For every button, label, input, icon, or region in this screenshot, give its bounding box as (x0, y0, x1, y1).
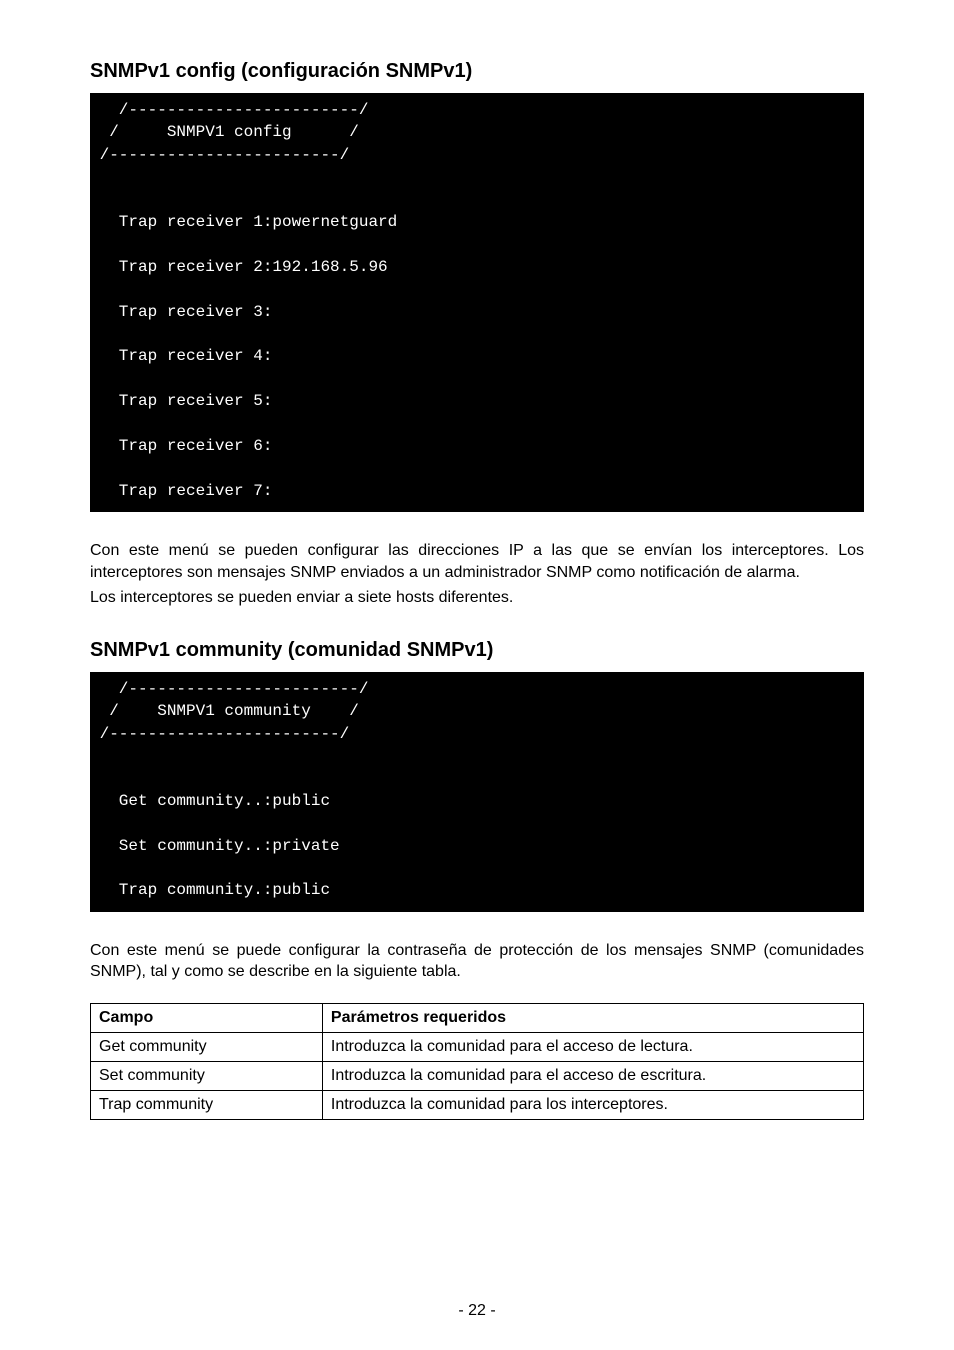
cell-param: Introduzca la comunidad para los interce… (322, 1090, 863, 1119)
cell-param: Introduzca la comunidad para el acceso d… (322, 1061, 863, 1090)
community-params-table: Campo Parámetros requeridos Get communit… (90, 1003, 864, 1120)
cell-param: Introduzca la comunidad para el acceso d… (322, 1032, 863, 1061)
table-row: Get community Introduzca la comunidad pa… (91, 1032, 864, 1061)
paragraph-community-desc: Con este menú se puede configurar la con… (90, 940, 864, 983)
cell-campo: Trap community (91, 1090, 323, 1119)
heading-snmpv1-config: SNMPv1 config (configuración SNMPv1) (90, 60, 864, 83)
page-number: - 22 - (0, 1302, 954, 1320)
terminal-snmpv1-config: /------------------------/ / SNMPV1 conf… (90, 93, 864, 512)
heading-snmpv1-community: SNMPv1 community (comunidad SNMPv1) (90, 639, 864, 662)
paragraph-config-desc: Con este menú se pueden configurar las d… (90, 540, 864, 583)
table-header-row: Campo Parámetros requeridos (91, 1003, 864, 1032)
th-campo: Campo (91, 1003, 323, 1032)
terminal-snmpv1-community: /------------------------/ / SNMPV1 comm… (90, 672, 864, 912)
table-row: Set community Introduzca la comunidad pa… (91, 1061, 864, 1090)
page: SNMPv1 config (configuración SNMPv1) /--… (0, 0, 954, 1350)
table-row: Trap community Introduzca la comunidad p… (91, 1090, 864, 1119)
th-parametros: Parámetros requeridos (322, 1003, 863, 1032)
cell-campo: Set community (91, 1061, 323, 1090)
paragraph-config-note: Los interceptores se pueden enviar a sie… (90, 587, 864, 609)
cell-campo: Get community (91, 1032, 323, 1061)
